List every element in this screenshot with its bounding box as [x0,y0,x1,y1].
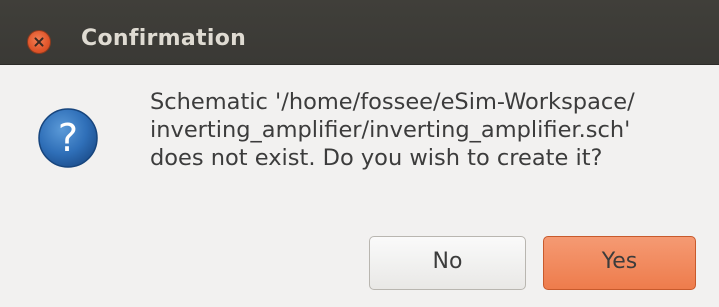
title-bar[interactable]: Confirmation [0,0,719,65]
yes-button[interactable]: Yes [543,236,696,290]
no-button[interactable]: No [369,236,526,290]
window-title: Confirmation [81,26,247,51]
question-icon: ? [38,108,98,168]
dialog-message: Schematic '/home/fossee/eSim-Workspace/ … [150,88,710,172]
message-line: inverting_amplifier/inverting_amplifier.… [150,117,631,143]
message-line: does not exist. Do you wish to create it… [150,145,603,171]
svg-text:?: ? [58,116,78,160]
message-line: Schematic '/home/fossee/eSim-Workspace/ [150,89,635,115]
confirmation-dialog: Confirmation ? Schematic '/home/fossee/e… [0,0,719,307]
close-icon[interactable] [27,30,51,54]
